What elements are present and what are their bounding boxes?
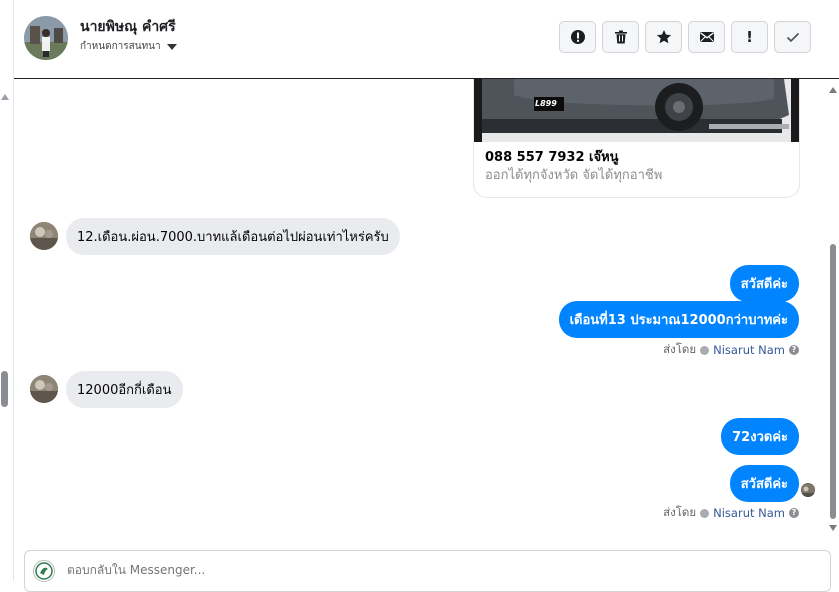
license-plate: L899: [535, 99, 557, 108]
car-photo: L899: [474, 79, 799, 142]
outgoing-message-bubble: สวัสดีค่ะ: [729, 465, 799, 502]
scroll-up-arrow[interactable]: [829, 87, 837, 93]
star-button[interactable]: [645, 21, 682, 53]
sent-by-prefix: ส่งโดย: [663, 505, 697, 519]
left-scroll-thumb[interactable]: [1, 371, 8, 407]
messenger-page-logo-icon: [33, 560, 55, 582]
sender-avatar[interactable]: [30, 222, 58, 250]
message-thread: L899 088 557 7932 เจ๊หนู ออกได้ทุกจังหวั…: [14, 79, 826, 539]
mark-unread-button[interactable]: [688, 21, 725, 53]
sent-by-name[interactable]: Nisarut Nam: [713, 506, 785, 520]
done-button[interactable]: [774, 21, 811, 53]
envelope-icon: [699, 32, 714, 42]
sent-by-row: ส่งโดย Nisarut Nam ?: [663, 504, 799, 522]
help-icon[interactable]: ?: [789, 345, 799, 355]
contact-avatar[interactable]: [24, 16, 68, 60]
help-icon[interactable]: ?: [789, 508, 799, 518]
important-button[interactable]: !: [731, 21, 768, 53]
left-scroll-up-arrow[interactable]: [1, 94, 9, 100]
sender-avatar[interactable]: [30, 375, 58, 403]
agent-status-icon: [700, 345, 710, 355]
conversation-label-text: กำหนดการสนทนา: [80, 41, 161, 52]
card-description: ออกได้ทุกจังหวัด จัดได้ทุกอาชีพ: [485, 168, 663, 183]
incoming-message-bubble: 12000อีกกี่เดือน: [66, 371, 183, 408]
thread-scrollbar[interactable]: [826, 79, 839, 539]
scroll-down-arrow[interactable]: [829, 525, 837, 531]
sent-by-name[interactable]: Nisarut Nam: [713, 343, 785, 357]
delete-button[interactable]: [602, 21, 639, 53]
header-actions: !: [559, 21, 811, 53]
star-icon: [656, 30, 671, 44]
conversation-label-dropdown[interactable]: กำหนดการสนทนา: [80, 39, 177, 54]
caret-down-icon: [166, 43, 177, 50]
outgoing-message-bubble: สวัสดีค่ะ: [729, 265, 799, 302]
reply-input[interactable]: [67, 563, 667, 577]
reply-box[interactable]: [24, 550, 831, 592]
check-icon: [786, 32, 799, 43]
scroll-thumb[interactable]: [830, 244, 836, 519]
conversation-header: นายพิษณุ คำศรี กำหนดการสนทนา !: [14, 0, 839, 79]
report-spam-button[interactable]: [559, 21, 596, 53]
agent-status-icon: [700, 508, 710, 518]
sent-by-row: ส่งโดย Nisarut Nam ?: [663, 341, 799, 359]
trash-icon: [614, 30, 627, 44]
outgoing-message-bubble: 72งวดค่ะ: [721, 418, 799, 455]
alert-circle-icon: [570, 30, 585, 44]
outgoing-message-bubble: เดือนที่13 ประมาณ12000กว่าบาทค่ะ: [558, 301, 799, 338]
exclamation-icon: !: [746, 28, 753, 46]
contact-name[interactable]: นายพิษณุ คำศรี: [80, 16, 176, 38]
seen-indicator-avatar: [801, 483, 815, 497]
sent-by-prefix: ส่งโดย: [663, 342, 697, 356]
shared-link-card[interactable]: L899 088 557 7932 เจ๊หนู ออกได้ทุกจังหวั…: [473, 79, 800, 198]
left-gutter: [0, 0, 14, 581]
incoming-message-bubble: 12.เดือน.ผ่อน.7000.บาทแล้เดือนต่อไปผ่อนเ…: [66, 218, 400, 255]
